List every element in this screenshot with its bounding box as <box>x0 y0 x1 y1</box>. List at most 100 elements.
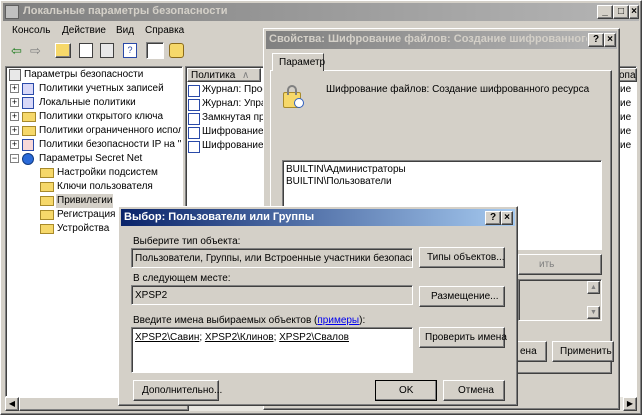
tree-item-devices[interactable]: Устройства <box>57 222 109 236</box>
tree-item-ip-security[interactable]: Политики безопасности IP на "Ло... <box>39 138 181 152</box>
collapse-icon[interactable]: − <box>10 154 19 163</box>
check-names-button[interactable]: Проверить имена <box>419 327 507 348</box>
resolved-name[interactable]: XPSP2\Свалов <box>279 332 349 343</box>
secret-net-icon <box>22 153 34 165</box>
policy-item-icon <box>188 99 200 111</box>
expand-icon[interactable]: + <box>10 84 19 93</box>
folder-icon <box>22 126 36 136</box>
main-title-bar[interactable]: Локальные параметры безопасности _ □ × <box>3 3 639 21</box>
object-type-field: Пользователи, Группы, или Встроенные уча… <box>131 248 413 268</box>
setting-value: ие <box>620 126 632 137</box>
location-button-label: Размещение... <box>431 291 499 302</box>
menu-console[interactable]: Консоль <box>12 25 50 36</box>
examples-link[interactable]: примеры <box>317 315 359 326</box>
policy-lock-icon <box>281 84 305 110</box>
folder-icon <box>40 182 54 192</box>
list-item[interactable]: Журнал: Упра... <box>202 98 264 109</box>
names-label-end: ): <box>359 315 366 326</box>
policy-list: Журнал: Прос... Журнал: Упра... Замкнута… <box>188 84 264 164</box>
policy-item-icon <box>188 127 200 139</box>
select-title-bar[interactable]: Выбор: Пользователи или Группы ? × <box>121 209 515 226</box>
tree-item-security-settings[interactable]: Параметры безопасности <box>24 68 143 82</box>
setting-value: ие <box>620 112 632 123</box>
tree-item-account-policies[interactable]: Политики учетных записей <box>39 82 164 96</box>
policy-item-icon <box>188 141 200 153</box>
tab-label: Параметр <box>279 57 326 68</box>
export-list-icon[interactable] <box>100 43 114 58</box>
list-item[interactable]: Журнал: Прос... <box>202 84 264 95</box>
sort-ascending-icon: ∧ <box>242 70 250 81</box>
tree-item-subsystem-settings[interactable]: Настройки подсистем <box>57 166 158 180</box>
check-names-label: Проверить имена <box>425 332 507 343</box>
close-button[interactable]: × <box>501 211 513 225</box>
properties-title-bar[interactable]: Свойства: Шифрование файлов: Создание ши… <box>266 31 617 49</box>
location-button[interactable]: Размещение... <box>419 286 505 307</box>
tree-item-public-key-policies[interactable]: Политики открытого ключа <box>39 110 163 124</box>
column-header-label: опа <box>619 70 636 81</box>
remove-button[interactable]: ить <box>518 254 602 275</box>
folder-icon <box>22 112 36 122</box>
apply-button-label: Применить <box>560 346 612 357</box>
list-item[interactable]: Шифрование ... <box>202 140 264 151</box>
tree-item-local-policies[interactable]: Локальные политики <box>39 96 136 110</box>
apply-button[interactable]: Применить <box>552 341 614 362</box>
close-button[interactable]: × <box>604 33 616 47</box>
setting-values: ие ие ие ие ие <box>620 84 636 164</box>
scroll-left-button[interactable]: ◀ <box>5 397 19 411</box>
folder-icon <box>40 224 54 234</box>
policy-icon[interactable] <box>169 43 184 58</box>
scroll-right-button[interactable]: ▶ <box>623 397 637 411</box>
select-title-text: Выбор: Пользователи или Группы <box>124 211 315 223</box>
member-item[interactable]: BUILTIN\Пользователи <box>286 176 392 187</box>
location-field: XPSP2 <box>131 285 413 305</box>
folder-icon <box>40 168 54 178</box>
help-button[interactable]: ? <box>588 33 604 47</box>
menu-view[interactable]: Вид <box>116 25 134 36</box>
advanced-button[interactable]: Дополнительно... <box>133 380 223 401</box>
list-item[interactable]: Шифрование ... <box>202 126 264 137</box>
close-button[interactable]: × <box>629 5 639 19</box>
advanced-button-label: Дополнительно... <box>142 385 223 396</box>
ip-security-icon <box>22 139 34 151</box>
ok-button[interactable]: OK <box>375 380 437 401</box>
tree-item-secret-net[interactable]: Параметры Secret Net <box>39 152 142 166</box>
policy-folder-icon <box>22 97 34 109</box>
tab-parameter[interactable]: Параметр <box>272 53 326 71</box>
mmc-icon <box>5 5 19 19</box>
object-types-label: Типы объектов... <box>427 252 505 263</box>
expand-icon[interactable]: + <box>10 140 19 149</box>
expand-icon[interactable]: + <box>10 126 19 135</box>
policy-item-icon <box>188 113 200 125</box>
menu-action[interactable]: Действие <box>62 25 106 36</box>
dialog-cancel-button[interactable]: Отмена <box>443 380 505 401</box>
maximize-button[interactable]: □ <box>613 5 629 19</box>
setting-value: ие <box>620 98 632 109</box>
resolved-name[interactable]: XPSP2\Клинов <box>205 332 274 343</box>
scroll-up-button[interactable]: ▲ <box>587 281 600 294</box>
list-item[interactable]: Замкнутая пр... <box>202 112 264 123</box>
help-icon[interactable]: ? <box>123 43 137 58</box>
tree-item-user-keys[interactable]: Ключи пользователя <box>57 180 153 194</box>
expand-icon[interactable]: + <box>10 98 19 107</box>
menu-help[interactable]: Справка <box>145 25 184 36</box>
tree-item-software-restriction[interactable]: Политики ограниченного использ... <box>39 124 181 138</box>
minimize-button[interactable]: _ <box>597 5 613 19</box>
object-type-value: Пользователи, Группы, или Встроенные уча… <box>135 253 413 264</box>
toolbar: ⇦ ⇨ ? <box>3 40 263 62</box>
scroll-down-button[interactable]: ▼ <box>587 306 600 319</box>
column-header-policy[interactable]: Политика ∧ <box>187 68 261 82</box>
help-button[interactable]: ? <box>485 211 501 225</box>
forward-arrow-icon[interactable]: ⇨ <box>30 44 41 57</box>
member-item[interactable]: BUILTIN\Администраторы <box>286 164 406 175</box>
resolved-name[interactable]: XPSP2\Савин <box>135 332 199 343</box>
properties-title-text: Свойства: Шифрование файлов: Создание ши… <box>269 33 587 45</box>
object-names-input[interactable]: XPSP2\Савин; XPSP2\Клинов; XPSP2\Свалов <box>131 327 413 373</box>
remove-button-label: ить <box>539 259 555 270</box>
properties-icon[interactable] <box>79 43 93 58</box>
expand-icon[interactable]: + <box>10 112 19 121</box>
up-folder-icon[interactable] <box>55 43 71 58</box>
back-arrow-icon[interactable]: ⇦ <box>11 44 22 57</box>
show-hide-tree-icon[interactable] <box>146 42 164 59</box>
object-types-button[interactable]: Типы объектов... <box>419 247 505 268</box>
tree-item-privileges[interactable]: Привилегии <box>56 194 114 208</box>
